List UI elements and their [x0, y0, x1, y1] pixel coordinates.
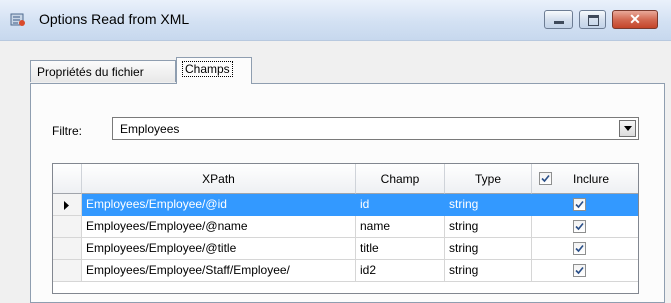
fields-grid[interactable]: XPath Champ Type Inclure Employees/Emplo…: [52, 163, 639, 294]
window-title: Options Read from XML: [39, 11, 190, 27]
cell-xpath[interactable]: Employees/Employee/@title: [82, 238, 356, 260]
tab-proprietes-du-fichier[interactable]: Propriétés du fichier: [30, 60, 176, 82]
cell-inclure[interactable]: [532, 194, 638, 216]
cell-xpath[interactable]: Employees/Employee/@id: [82, 194, 356, 216]
cell-type[interactable]: string: [445, 238, 532, 260]
row-header[interactable]: [53, 238, 82, 260]
title-bar: Options Read from XML ✕: [0, 0, 671, 41]
select-all-checkbox[interactable]: [539, 172, 552, 185]
column-header-inclure-label: Inclure: [573, 172, 610, 186]
maximize-button[interactable]: [579, 10, 606, 29]
cell-type[interactable]: string: [445, 194, 532, 216]
include-checkbox[interactable]: [573, 198, 586, 211]
app-icon: [10, 13, 25, 26]
column-header-xpath[interactable]: XPath: [82, 164, 356, 194]
table-row[interactable]: Employees/Employee/Staff/Employee/ id2 s…: [53, 260, 638, 282]
checkmark-icon: [575, 266, 584, 275]
checkmark-icon: [575, 200, 584, 209]
minimize-icon: [554, 21, 564, 24]
maximize-icon: [588, 15, 599, 26]
row-header[interactable]: [53, 194, 82, 216]
cell-champ[interactable]: name: [356, 216, 445, 238]
column-header-inclure[interactable]: Inclure: [532, 164, 638, 194]
column-header-champ[interactable]: Champ: [356, 164, 445, 194]
filter-combobox[interactable]: Employees: [112, 117, 639, 140]
include-checkbox[interactable]: [573, 242, 586, 255]
grid-header: XPath Champ Type Inclure: [53, 164, 638, 194]
checkmark-icon: [575, 222, 584, 231]
filter-value: Employees: [120, 122, 180, 136]
header-corner: [53, 164, 82, 194]
tab-champs[interactable]: Champs: [176, 57, 252, 84]
cell-champ[interactable]: id2: [356, 260, 445, 282]
row-header[interactable]: [53, 216, 82, 238]
row-pointer-icon: [64, 201, 69, 210]
cell-xpath[interactable]: Employees/Employee/Staff/Employee/: [82, 260, 356, 282]
minimize-button[interactable]: [544, 10, 573, 29]
table-row[interactable]: Employees/Employee/@title title string: [53, 238, 638, 260]
close-icon: ✕: [629, 11, 641, 27]
include-checkbox[interactable]: [573, 220, 586, 233]
table-row[interactable]: Employees/Employee/@name name string: [53, 216, 638, 238]
include-checkbox[interactable]: [573, 264, 586, 277]
cell-champ[interactable]: title: [356, 238, 445, 260]
cell-type[interactable]: string: [445, 260, 532, 282]
cell-xpath[interactable]: Employees/Employee/@name: [82, 216, 356, 238]
tab-label: Champs: [182, 61, 233, 77]
cell-type[interactable]: string: [445, 216, 532, 238]
cell-inclure[interactable]: [532, 260, 638, 282]
checkmark-icon: [575, 244, 584, 253]
tab-label: Propriétés du fichier: [37, 65, 144, 79]
cell-inclure[interactable]: [532, 238, 638, 260]
dropdown-button[interactable]: [619, 120, 636, 137]
row-header[interactable]: [53, 260, 82, 282]
cell-champ[interactable]: id: [356, 194, 445, 216]
close-button[interactable]: ✕: [612, 10, 658, 29]
table-row[interactable]: Employees/Employee/@id id string: [53, 194, 638, 216]
chevron-down-icon: [624, 126, 632, 131]
column-header-type[interactable]: Type: [445, 164, 532, 194]
filter-label: Filtre:: [52, 124, 82, 138]
cell-inclure[interactable]: [532, 216, 638, 238]
checkmark-icon: [541, 174, 550, 183]
